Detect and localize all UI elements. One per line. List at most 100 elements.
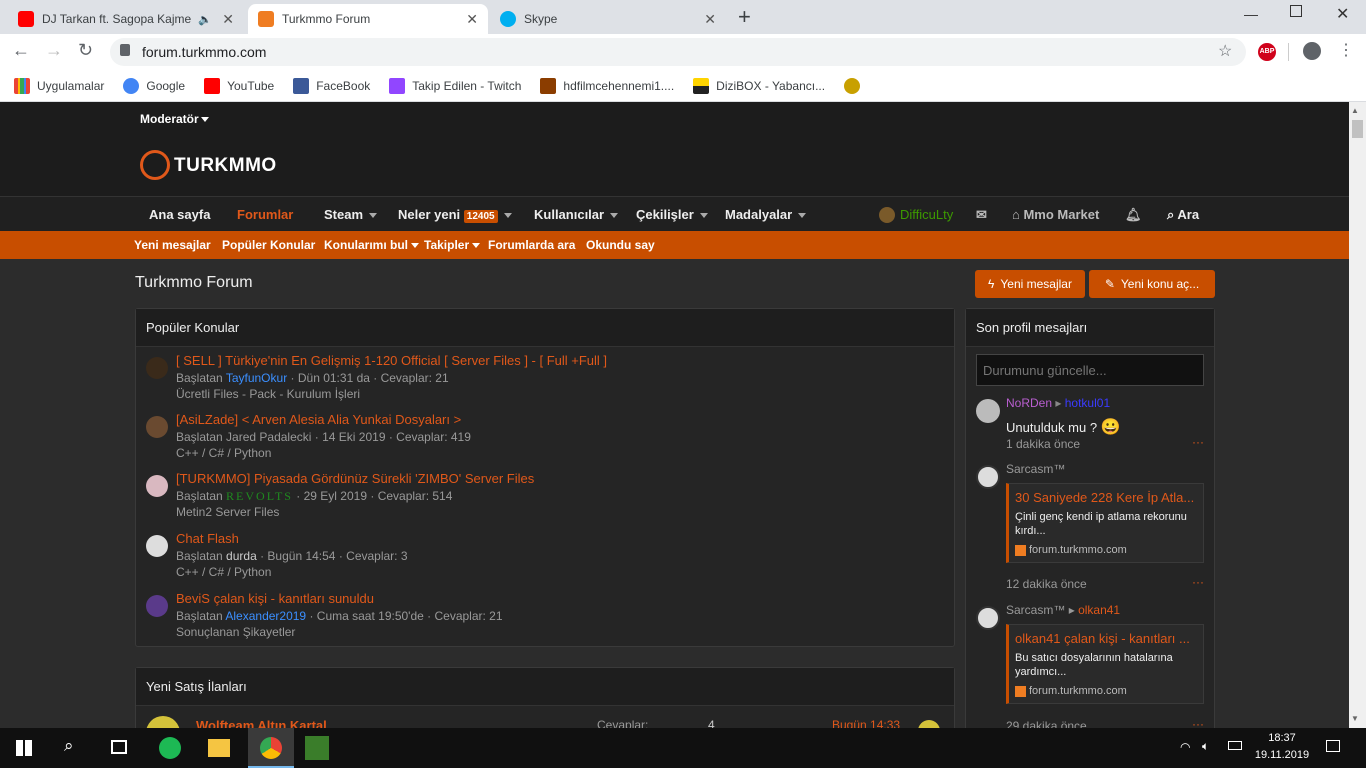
tab-youtube[interactable]: DJ Tarkan ft. Sagopa Kajmer 🔈 ✕ [8, 4, 244, 34]
nav-users[interactable]: Kullanıcılar [534, 197, 619, 232]
subnav-popular[interactable]: Popüler Konular [222, 231, 315, 259]
close-tab-icon[interactable]: ✕ [466, 11, 478, 28]
chrome-taskbar-button[interactable] [248, 728, 294, 768]
maximize-icon[interactable] [1290, 5, 1302, 17]
post-time[interactable]: 29 dakika önce [1006, 719, 1087, 728]
more-options-icon[interactable]: ··· [1192, 435, 1204, 449]
link-preview[interactable]: olkan41 çalan kişi - kanıtları ... Bu sa… [1006, 624, 1204, 704]
search-icon[interactable]: ⌕ [64, 736, 74, 756]
post-time[interactable]: 1 dakika önce [1006, 437, 1080, 451]
thread-title[interactable]: Chat Flash [176, 531, 239, 546]
app-icon[interactable] [305, 736, 329, 760]
star-icon[interactable]: ☆ [1218, 41, 1232, 61]
new-tab-icon[interactable]: + [738, 4, 751, 30]
more-options-icon[interactable]: ··· [1192, 575, 1204, 589]
close-window-icon[interactable]: ✕ [1336, 4, 1349, 24]
notifications-icon[interactable] [1326, 740, 1340, 752]
nav-search[interactable]: ⌕ Ara [1167, 197, 1199, 232]
bookmark-youtube[interactable]: YouTube [204, 77, 274, 94]
moderator-menu[interactable]: Moderatör [140, 112, 209, 126]
nav-forums[interactable]: Forumlar [237, 197, 293, 232]
language-icon[interactable] [1228, 741, 1242, 750]
thread-author[interactable]: Alexander2019 [225, 609, 306, 623]
nav-whats-new[interactable]: Neler yeni 12405 [398, 197, 512, 232]
close-tab-icon[interactable]: ✕ [222, 11, 234, 28]
tab-skype[interactable]: Skype ✕ [490, 4, 726, 34]
thread-title[interactable]: [ SELL ] Türkiye'nin En Gelişmiş 1-120 O… [176, 353, 607, 368]
bookmark-apps[interactable]: Uygulamalar [14, 77, 104, 94]
bookmark-hdfilm[interactable]: hdfilmcehennemi1.... [540, 77, 674, 94]
post-from[interactable]: Sarcasm™ [1006, 462, 1065, 476]
status-input[interactable] [976, 354, 1204, 386]
post-from[interactable]: Sarcasm™ [1006, 603, 1065, 617]
post-time[interactable]: 12 dakika önce [1006, 577, 1087, 591]
address-bar[interactable]: forum.turkmmo.com ☆ [110, 38, 1246, 66]
bookmark-google[interactable]: Google [123, 77, 185, 94]
envelope-icon[interactable]: ✉ [976, 197, 987, 232]
subnav-my-threads[interactable]: Konularımı bul [324, 231, 419, 259]
avatar[interactable] [879, 207, 895, 223]
scroll-down-icon[interactable]: ▼ [1351, 714, 1359, 723]
reload-icon[interactable]: ↻ [78, 40, 93, 61]
post-to[interactable]: olkan41 [1078, 603, 1120, 617]
bell-icon[interactable]: 🔔︎ [1125, 197, 1142, 232]
new-thread-button[interactable]: ✎ Yeni konu aç... [1089, 270, 1215, 298]
thread-title[interactable]: [AsiLZade] < Arven Alesia Alia Yunkai Do… [176, 412, 461, 427]
tab-turkmmo[interactable]: Turkmmo Forum ✕ [248, 4, 488, 34]
bookmark-facebook[interactable]: FaceBook [293, 77, 370, 94]
post-to[interactable]: hotkul01 [1065, 396, 1110, 410]
scroll-up-icon[interactable]: ▲ [1351, 106, 1359, 115]
nav-steam[interactable]: Steam [324, 197, 378, 232]
back-icon[interactable]: ← [12, 40, 30, 61]
nav-medals[interactable]: Madalyalar [725, 197, 807, 232]
preview-title[interactable]: 30 Saniyede 228 Kere İp Atla... [1015, 490, 1201, 505]
scroll-thumb[interactable] [1352, 120, 1363, 138]
volume-icon[interactable]: 🔈︎ [1202, 739, 1209, 754]
site-logo[interactable]: TURKMMO [174, 155, 277, 177]
nav-home[interactable]: Ana sayfa [149, 197, 210, 232]
task-view-icon[interactable] [111, 740, 127, 754]
wifi-icon[interactable]: ◠ [1180, 740, 1190, 754]
clock-time[interactable]: 18:37 [1254, 732, 1310, 744]
bookmark-dizibox[interactable]: DiziBOX - Yabancı... [693, 77, 825, 94]
thread-author[interactable]: Jared Padalecki [226, 430, 311, 444]
page-scrollbar[interactable]: ▲ ▼ [1349, 102, 1366, 728]
subnav-new-posts[interactable]: Yeni mesajlar [134, 231, 211, 259]
thread-category[interactable]: Ücretli Files - Pack - Kurulum İşleri [176, 387, 360, 401]
thread-author[interactable]: TayfunOkur [226, 371, 287, 385]
new-posts-button[interactable]: ϟ Yeni mesajlar [975, 270, 1085, 298]
nav-giveaways[interactable]: Çekilişler [636, 197, 708, 232]
turkmmo-logo-icon[interactable] [140, 150, 170, 180]
preview-title[interactable]: olkan41 çalan kişi - kanıtları ... [1015, 631, 1201, 646]
menu-icon[interactable]: ⋮ [1338, 40, 1354, 60]
listing-title[interactable]: Wolfteam Altın Kartal [196, 718, 327, 728]
thread-category[interactable]: C++ / C# / Python [176, 446, 271, 460]
subnav-mark-read[interactable]: Okundu say [586, 231, 655, 259]
spotify-icon[interactable] [159, 737, 181, 759]
subnav-search-forums[interactable]: Forumlarda ara [488, 231, 575, 259]
thread-author[interactable]: durda [226, 549, 257, 563]
windows-start-icon[interactable] [16, 740, 32, 756]
listing-time[interactable]: Bugün 14:33 [832, 718, 900, 728]
more-options-icon[interactable]: ··· [1192, 717, 1204, 728]
minimize-icon[interactable]: — [1244, 6, 1258, 22]
thread-author[interactable]: REVOLTS [226, 489, 293, 503]
thread-title[interactable]: BeviS çalan kişi - kanıtları sunuldu [176, 591, 374, 606]
forward-icon[interactable]: → [45, 40, 63, 61]
post-from[interactable]: NoRDen [1006, 396, 1052, 410]
link-preview[interactable]: 30 Saniyede 228 Kere İp Atla... Çinli ge… [1006, 483, 1204, 563]
file-explorer-icon[interactable] [208, 739, 230, 757]
close-tab-icon[interactable]: ✕ [704, 11, 716, 28]
nav-market[interactable]: ⌂ Mmo Market [1012, 197, 1099, 232]
clock-date[interactable]: 19.11.2019 [1254, 749, 1310, 761]
nav-user[interactable]: DifficuLty [900, 197, 953, 232]
thread-title[interactable]: [TURKMMO] Piyasada Gördünüz Sürekli 'ZIM… [176, 471, 534, 486]
subnav-watched[interactable]: Takipler [424, 231, 481, 259]
bookmark-twitch[interactable]: Takip Edilen - Twitch [389, 77, 521, 94]
thread-category[interactable]: Metin2 Server Files [176, 505, 279, 519]
bookmark-extra[interactable] [844, 77, 867, 94]
adblock-icon[interactable]: ABP [1258, 43, 1276, 61]
thread-category[interactable]: Sonuçlanan Şikayetler [176, 625, 295, 639]
profile-icon[interactable] [1303, 42, 1321, 60]
thread-category[interactable]: C++ / C# / Python [176, 565, 271, 579]
